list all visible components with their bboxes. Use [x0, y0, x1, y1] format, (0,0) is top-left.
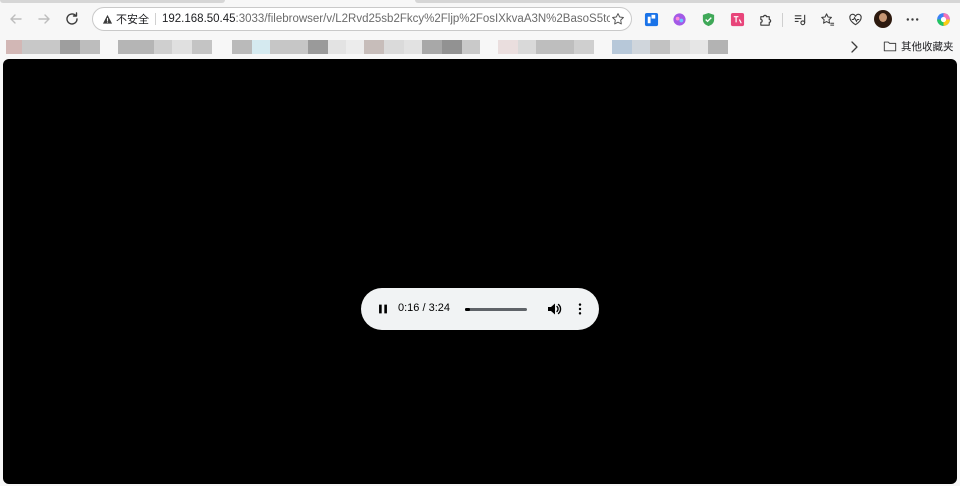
bookmark-item[interactable]	[192, 40, 212, 54]
media-control-icon[interactable]	[791, 11, 807, 27]
extensions-puzzle-icon[interactable]	[757, 11, 773, 27]
seek-slider[interactable]	[465, 308, 527, 311]
health-icon[interactable]	[847, 11, 863, 27]
bookmark-item[interactable]	[650, 40, 670, 54]
shield-icon[interactable]	[700, 11, 716, 27]
bookmarks-bar	[0, 36, 960, 58]
bookmark-item[interactable]	[518, 40, 536, 54]
chevron-right-icon[interactable]	[846, 39, 862, 55]
copilot-icon[interactable]	[933, 9, 953, 29]
tab-edge	[0, 0, 225, 3]
bookmark-item[interactable]	[80, 40, 100, 54]
arrow-right-icon	[38, 14, 50, 24]
extension-icon[interactable]	[643, 11, 659, 27]
divider	[155, 13, 156, 25]
bookmark-item[interactable]	[22, 40, 60, 54]
more-horizontal-icon[interactable]	[904, 11, 920, 27]
bookmark-item[interactable]	[612, 40, 632, 54]
bookmark-item[interactable]	[232, 40, 252, 54]
url-host: 192.168.50.45	[162, 13, 236, 25]
pause-icon	[379, 304, 387, 314]
bookmark-item[interactable]	[384, 40, 404, 54]
security-status[interactable]: 不安全	[116, 11, 149, 27]
bookmark-item[interactable]	[442, 40, 462, 54]
bookmark-item[interactable]	[536, 40, 574, 54]
bookmark-item[interactable]	[60, 40, 80, 54]
arrow-left-icon	[10, 14, 22, 24]
bookmark-item[interactable]	[6, 40, 22, 54]
bookmark-item[interactable]	[670, 40, 690, 54]
divider	[782, 13, 783, 27]
forward-button[interactable]	[32, 7, 56, 31]
bookmark-item[interactable]	[308, 40, 328, 54]
bookmark-item[interactable]	[708, 40, 728, 54]
bookmark-item[interactable]	[498, 40, 518, 54]
bookmark-item[interactable]	[632, 40, 650, 54]
seek-progress	[465, 308, 470, 311]
reload-button[interactable]	[60, 7, 84, 31]
audio-player[interactable]: 0:16 / 3:24	[361, 288, 599, 330]
player-menu-button[interactable]	[572, 301, 588, 317]
bookmark-item[interactable]	[252, 40, 270, 54]
bookmark-item[interactable]	[462, 40, 480, 54]
back-button[interactable]	[4, 7, 28, 31]
bookmark-item[interactable]	[574, 40, 594, 54]
other-favorites-button[interactable]: 其他收藏夹	[883, 38, 954, 54]
bookmark-item[interactable]	[422, 40, 442, 54]
bookmark-item[interactable]	[346, 40, 364, 54]
address-bar[interactable]: 不安全 192.168.50.45:3033/filebrowser/v/L2R…	[92, 7, 632, 31]
bookmark-item[interactable]	[690, 40, 708, 54]
bookmark-item[interactable]	[364, 40, 384, 54]
other-favorites-label: 其他收藏夹	[901, 40, 954, 53]
bookmark-item[interactable]	[328, 40, 346, 54]
bookmark-item[interactable]	[118, 40, 154, 54]
browser-toolbar: 不安全 192.168.50.45:3033/filebrowser/v/L2R…	[0, 4, 960, 34]
url-path: :3033/filebrowser/v/L2Rvd25sb2Fkcy%2Fljp…	[235, 13, 610, 25]
url-text[interactable]: 192.168.50.45:3033/filebrowser/v/L2Rvd25…	[162, 13, 610, 25]
more-vertical-icon	[578, 303, 582, 315]
extension-icon[interactable]	[671, 11, 687, 27]
folder-icon	[883, 41, 897, 52]
pause-button[interactable]	[375, 301, 391, 317]
bookmark-item[interactable]	[404, 40, 422, 54]
media-viewport: 0:16 / 3:24	[3, 59, 957, 484]
volume-icon[interactable]	[546, 301, 562, 317]
reload-icon	[66, 12, 78, 25]
bookmark-item[interactable]	[172, 40, 192, 54]
playback-time: 0:16 / 3:24	[398, 302, 450, 314]
favorites-icon[interactable]	[819, 11, 835, 27]
bookmark-item[interactable]	[154, 40, 172, 54]
tab-edge	[415, 0, 960, 3]
bookmark-item[interactable]	[270, 40, 308, 54]
star-icon[interactable]	[611, 12, 625, 26]
translate-icon[interactable]	[729, 11, 745, 27]
warning-icon[interactable]	[102, 14, 113, 25]
profile-avatar[interactable]	[874, 10, 892, 28]
